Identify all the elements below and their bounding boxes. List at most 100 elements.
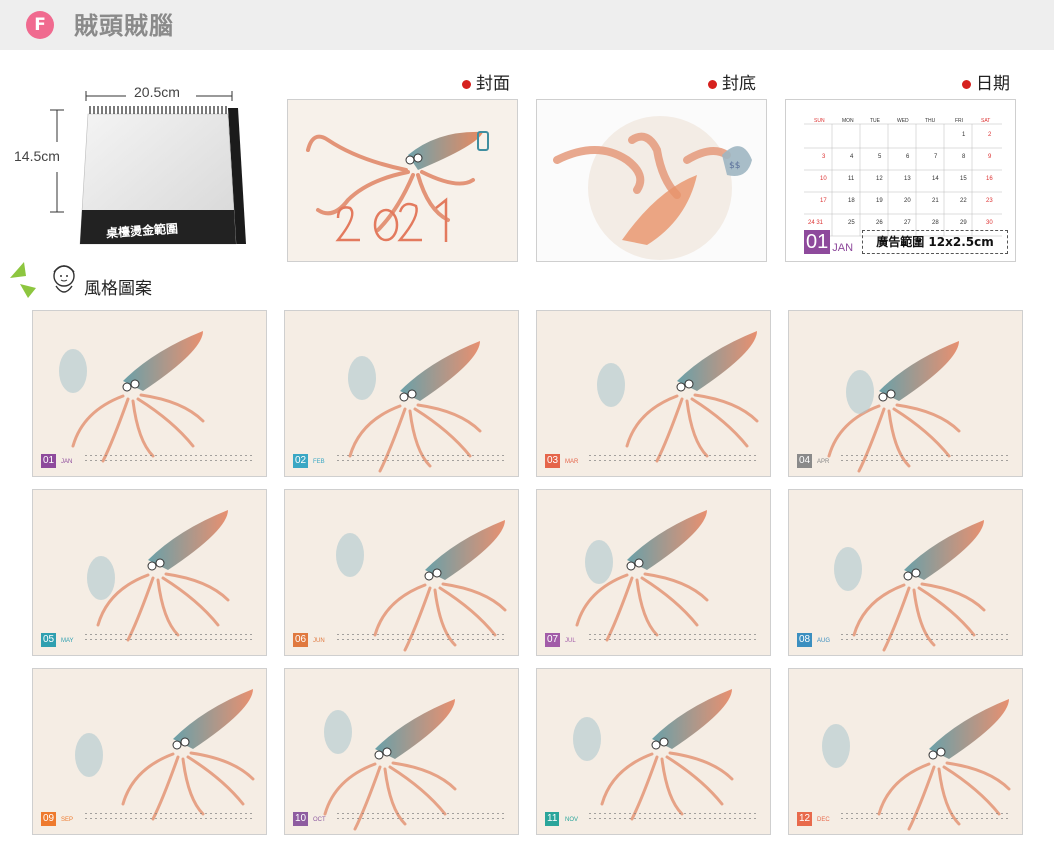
month-days-row <box>337 813 507 825</box>
section-title: 賊頭賊腦 <box>74 12 174 40</box>
squid-illustration <box>336 520 507 652</box>
month-strip: 03 MAR <box>545 454 764 468</box>
date-page-label: 日期 <box>962 73 1010 95</box>
month-strip: 08 AUG <box>797 633 1016 647</box>
svg-text:13: 13 <box>904 176 911 182</box>
month-abbr: AUG <box>817 638 831 644</box>
month-days-row <box>589 813 759 825</box>
squid-illustration <box>348 341 482 473</box>
svg-text:16: 16 <box>986 176 993 182</box>
section-badge: F <box>26 11 54 39</box>
svg-text:15: 15 <box>960 176 967 182</box>
svg-text:7: 7 <box>934 154 938 160</box>
squid-illustration <box>87 510 230 642</box>
svg-text:24 31: 24 31 <box>808 220 824 226</box>
svg-text:5: 5 <box>878 154 882 160</box>
svg-text:$$: $$ <box>729 161 740 171</box>
date-page-preview[interactable]: 12 3456789 10 11 12 13 14 15 16 17 18 19 20 21 22 23… <box>785 99 1016 262</box>
month-abbr: OCT <box>313 817 326 823</box>
back-cover-squid-illustration: $$ <box>553 116 752 260</box>
month-tile-dec[interactable]: 12 DEC <box>788 668 1023 835</box>
squid-illustration <box>827 341 961 473</box>
month-abbr: JUN <box>313 638 325 644</box>
cover-squid-illustration <box>306 131 489 242</box>
bullet-dot-icon <box>708 79 717 89</box>
month-abbr: MAR <box>565 459 579 465</box>
section-header: F 賊頭賊腦 <box>0 0 1054 50</box>
month-tile-feb[interactable]: 02 FEB <box>284 310 519 477</box>
month-strip: 09 SEP <box>41 812 260 826</box>
back-cover-preview[interactable]: $$ <box>536 99 767 262</box>
svg-text:6: 6 <box>906 154 910 160</box>
svg-text:30: 30 <box>986 220 993 226</box>
bullet-dot-icon <box>462 79 471 89</box>
month-days-row <box>589 634 759 646</box>
month-number: 10 <box>293 812 309 826</box>
month-tile-apr[interactable]: 04 APR <box>788 310 1023 477</box>
month-tile-aug[interactable]: 08 AUG <box>788 489 1023 656</box>
squid-illustration <box>822 699 1011 831</box>
svg-text:3: 3 <box>822 154 826 160</box>
weekday-sat: SAT <box>981 118 991 124</box>
month-abbr: FEB <box>313 459 325 465</box>
svg-text:14: 14 <box>932 176 939 182</box>
svg-text:20: 20 <box>904 198 911 204</box>
back-cover-label: 封底 <box>708 73 756 95</box>
weekday-fri: FRI <box>955 118 964 124</box>
month-number: 04 <box>797 454 813 468</box>
svg-text:8: 8 <box>962 154 966 160</box>
girl-doodle-icon <box>10 262 75 298</box>
desk-height-label: 14.5cm <box>14 148 60 164</box>
cover-preview[interactable] <box>287 99 518 262</box>
month-number: 08 <box>797 633 813 647</box>
weekday-sun: SUN <box>814 118 825 124</box>
month-number: 12 <box>797 812 813 826</box>
month-days-row <box>85 813 255 825</box>
date-month-badge: 01 JAN <box>804 230 853 254</box>
month-number: 02 <box>293 454 309 468</box>
svg-text:29: 29 <box>960 220 967 226</box>
month-abbr: JUL <box>565 638 576 644</box>
month-strip: 07 JUL <box>545 633 764 647</box>
month-number: 07 <box>545 633 561 647</box>
month-abbr: JAN <box>61 459 73 465</box>
date-month-abbr: JAN <box>832 242 854 254</box>
month-tile-jul[interactable]: 07 JUL <box>536 489 771 656</box>
svg-text:2: 2 <box>988 132 992 138</box>
month-strip: 12 DEC <box>797 812 1016 826</box>
month-tile-jun[interactable]: 06 JUN <box>284 489 519 656</box>
month-abbr: MAY <box>61 638 74 644</box>
svg-text:1: 1 <box>962 132 966 138</box>
month-tile-sep[interactable]: 09 SEP <box>32 668 267 835</box>
weekday-wed: WED <box>897 118 909 124</box>
month-tile-may[interactable]: 05 MAY <box>32 489 267 656</box>
month-number: 01 <box>41 454 57 468</box>
svg-text:12: 12 <box>876 176 883 182</box>
month-days-row <box>841 813 1011 825</box>
squid-illustration <box>573 689 734 821</box>
svg-text:26: 26 <box>876 220 883 226</box>
squid-illustration <box>75 689 255 821</box>
svg-text:9: 9 <box>988 154 992 160</box>
svg-text:28: 28 <box>932 220 939 226</box>
month-abbr: SEP <box>61 817 74 823</box>
svg-text:18: 18 <box>848 198 855 204</box>
weekday-mon: MON <box>842 118 854 124</box>
desk-width-label: 20.5cm <box>134 84 180 100</box>
month-days-row <box>841 455 1011 467</box>
weekday-thu: THU <box>925 118 936 124</box>
squid-illustration <box>323 699 457 831</box>
squid-illustration <box>597 331 759 463</box>
month-tile-jan[interactable]: 01 JAN <box>32 310 267 477</box>
weekday-tue: TUE <box>870 118 880 124</box>
month-number: 03 <box>545 454 561 468</box>
month-number: 06 <box>293 633 309 647</box>
month-tile-mar[interactable]: 03 MAR <box>536 310 771 477</box>
month-strip: 02 FEB <box>293 454 512 468</box>
svg-text:10: 10 <box>820 176 827 182</box>
month-tile-oct[interactable]: 10 OCT <box>284 668 519 835</box>
month-days-row <box>337 455 507 467</box>
month-tile-nov[interactable]: 11 NOV <box>536 668 771 835</box>
month-strip: 10 OCT <box>293 812 512 826</box>
squid-illustration <box>59 331 205 463</box>
